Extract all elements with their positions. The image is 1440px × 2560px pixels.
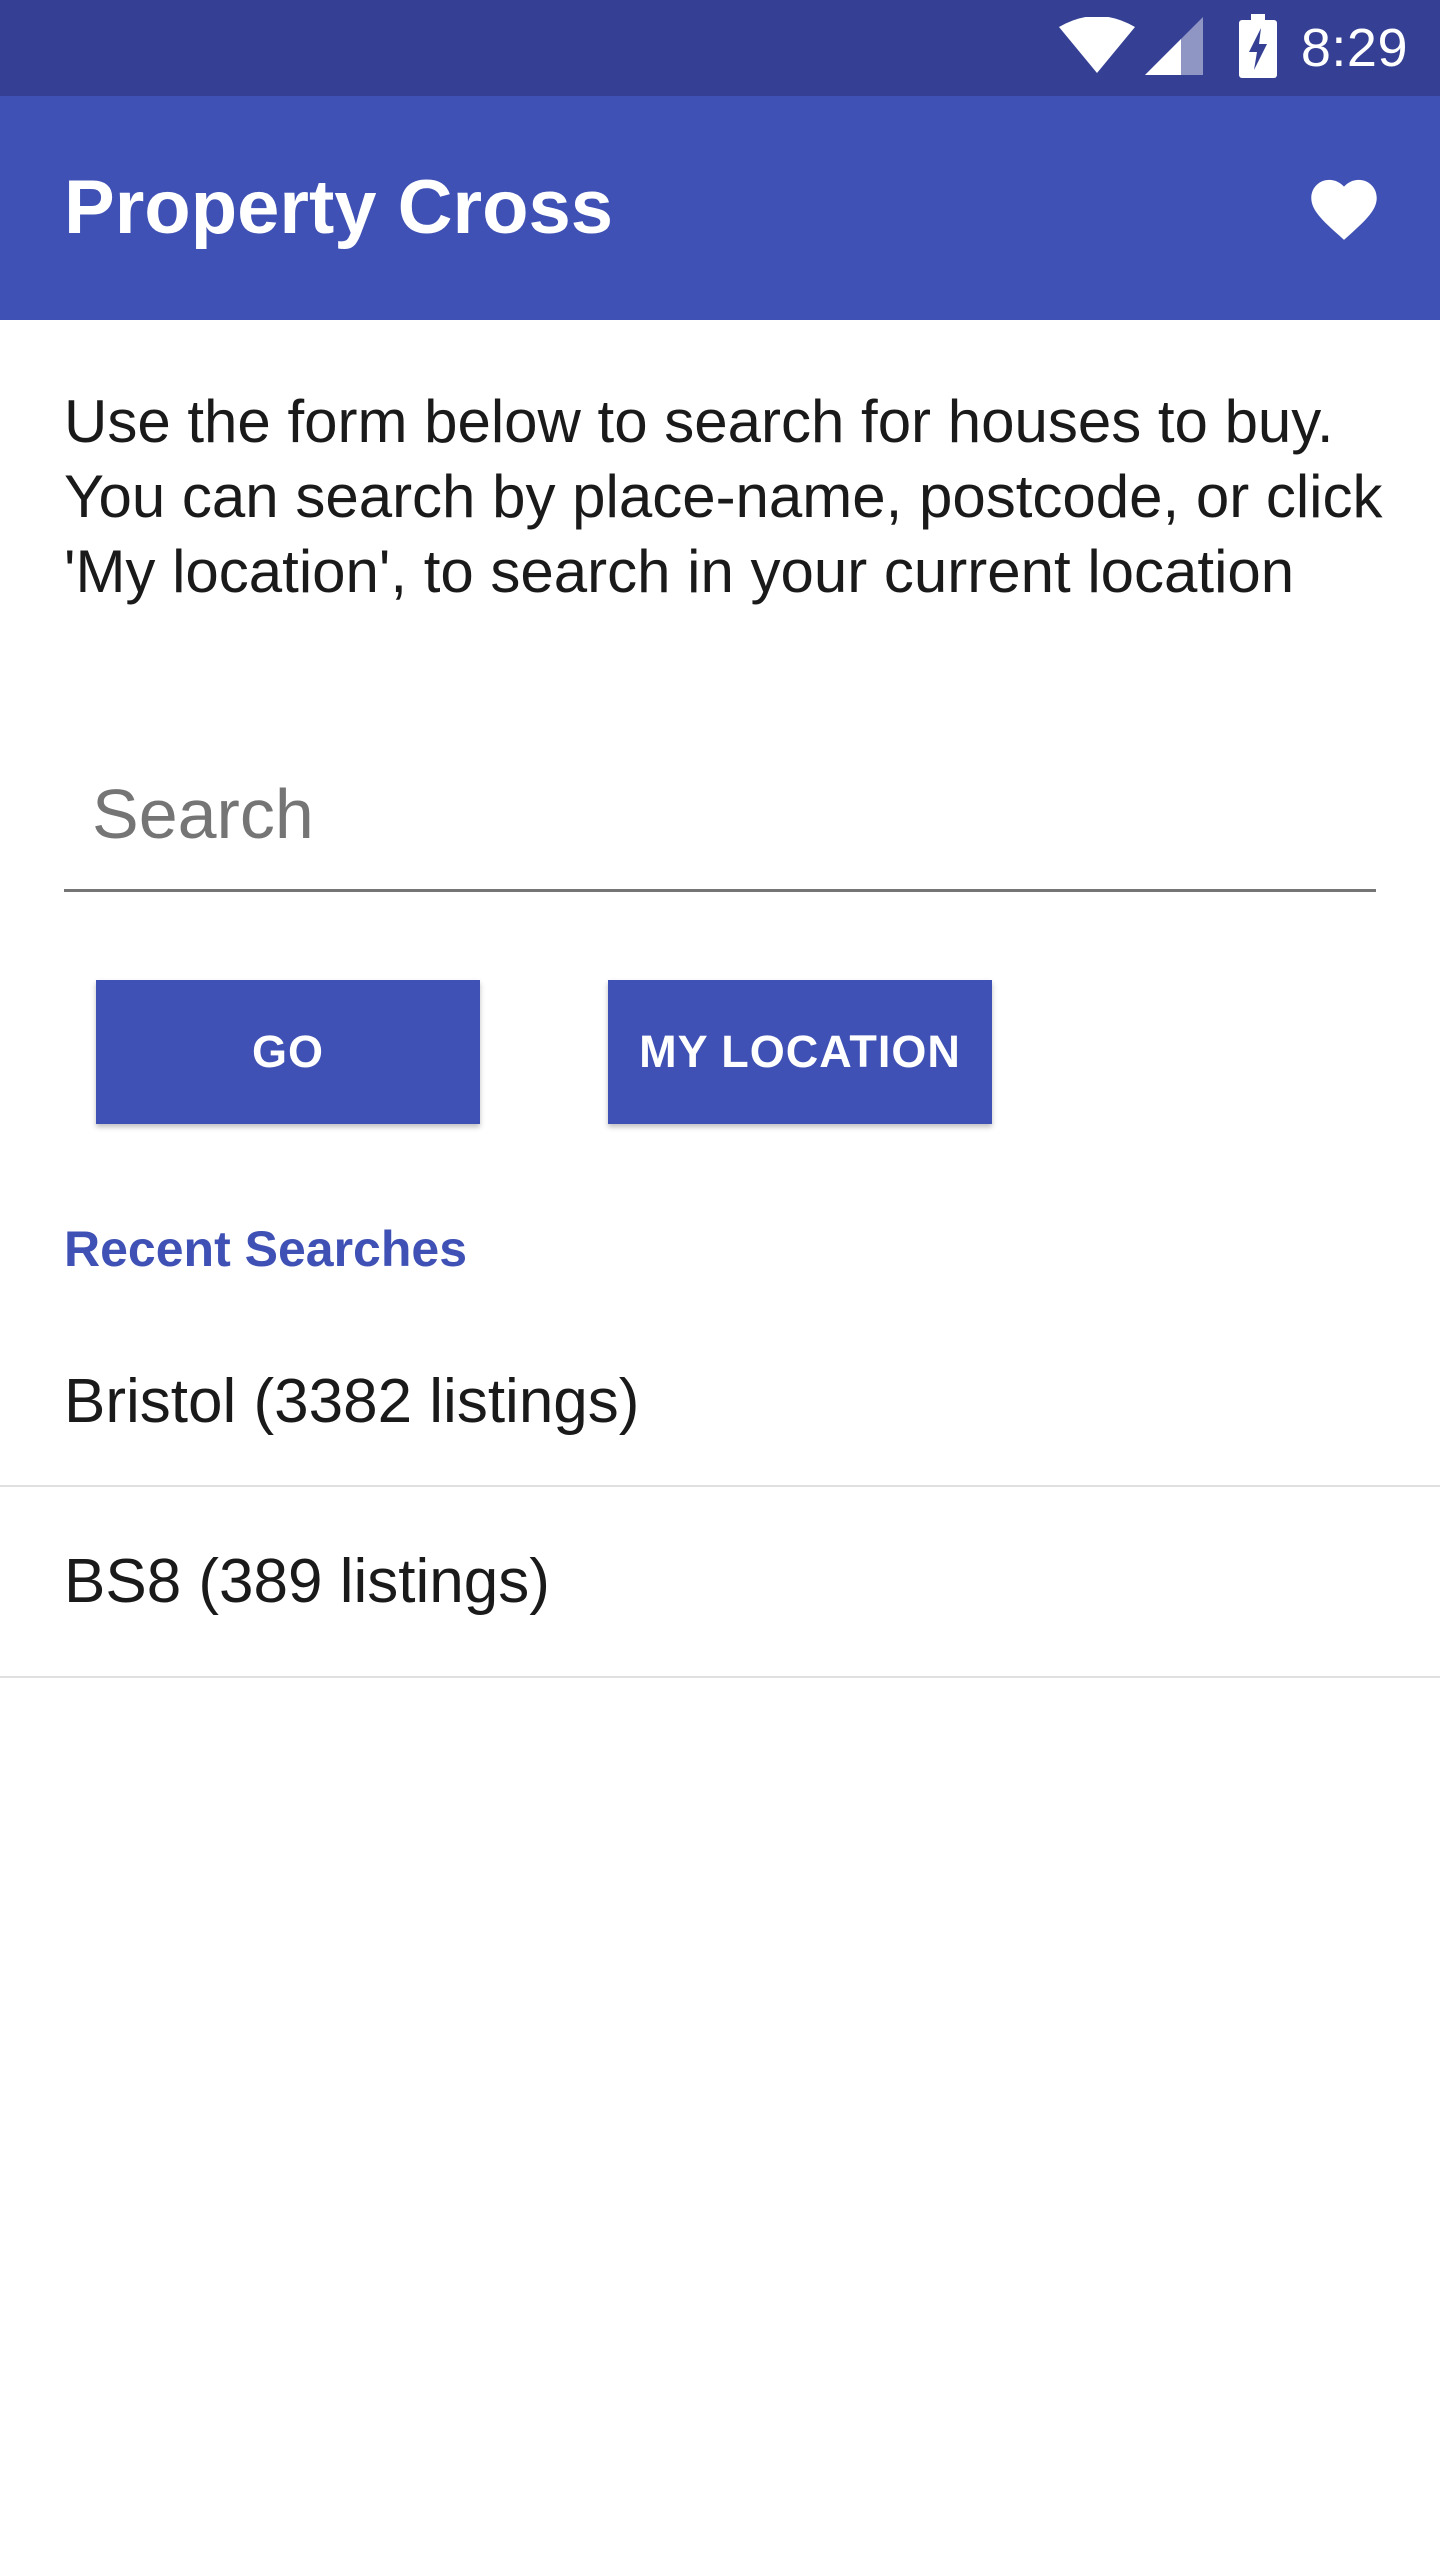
status-clock: 8:29 [1300,18,1408,78]
recent-search-label: BS8 (389 listings) [64,1547,550,1616]
recent-searches-list: Bristol (3382 listings) BS8 (389 listing… [0,1320,1440,1678]
recent-search-item[interactable]: BS8 (389 listings) [0,1487,1440,1678]
status-bar: 8:29 [0,0,1440,96]
app-bar: Property Cross [0,96,1440,320]
app-title: Property Cross [64,165,614,250]
search-input[interactable] [64,740,1376,888]
go-button[interactable]: GO [96,980,480,1124]
battery-charging-icon [1238,13,1277,83]
signal-icon [1144,16,1203,80]
recent-search-label: Bristol (3382 listings) [64,1367,640,1436]
intro-text: Use the form below to search for houses … [64,388,1383,605]
status-icons: 8:29 [1058,0,1408,96]
favourites-button[interactable] [1296,160,1392,256]
heart-icon [1304,170,1384,247]
my-location-button[interactable]: MY LOCATION [608,980,992,1124]
search-field [64,740,1376,892]
recent-search-item[interactable]: Bristol (3382 listings) [0,1320,1440,1487]
recent-searches-header: Recent Searches [64,1221,468,1277]
wifi-icon [1058,15,1135,80]
